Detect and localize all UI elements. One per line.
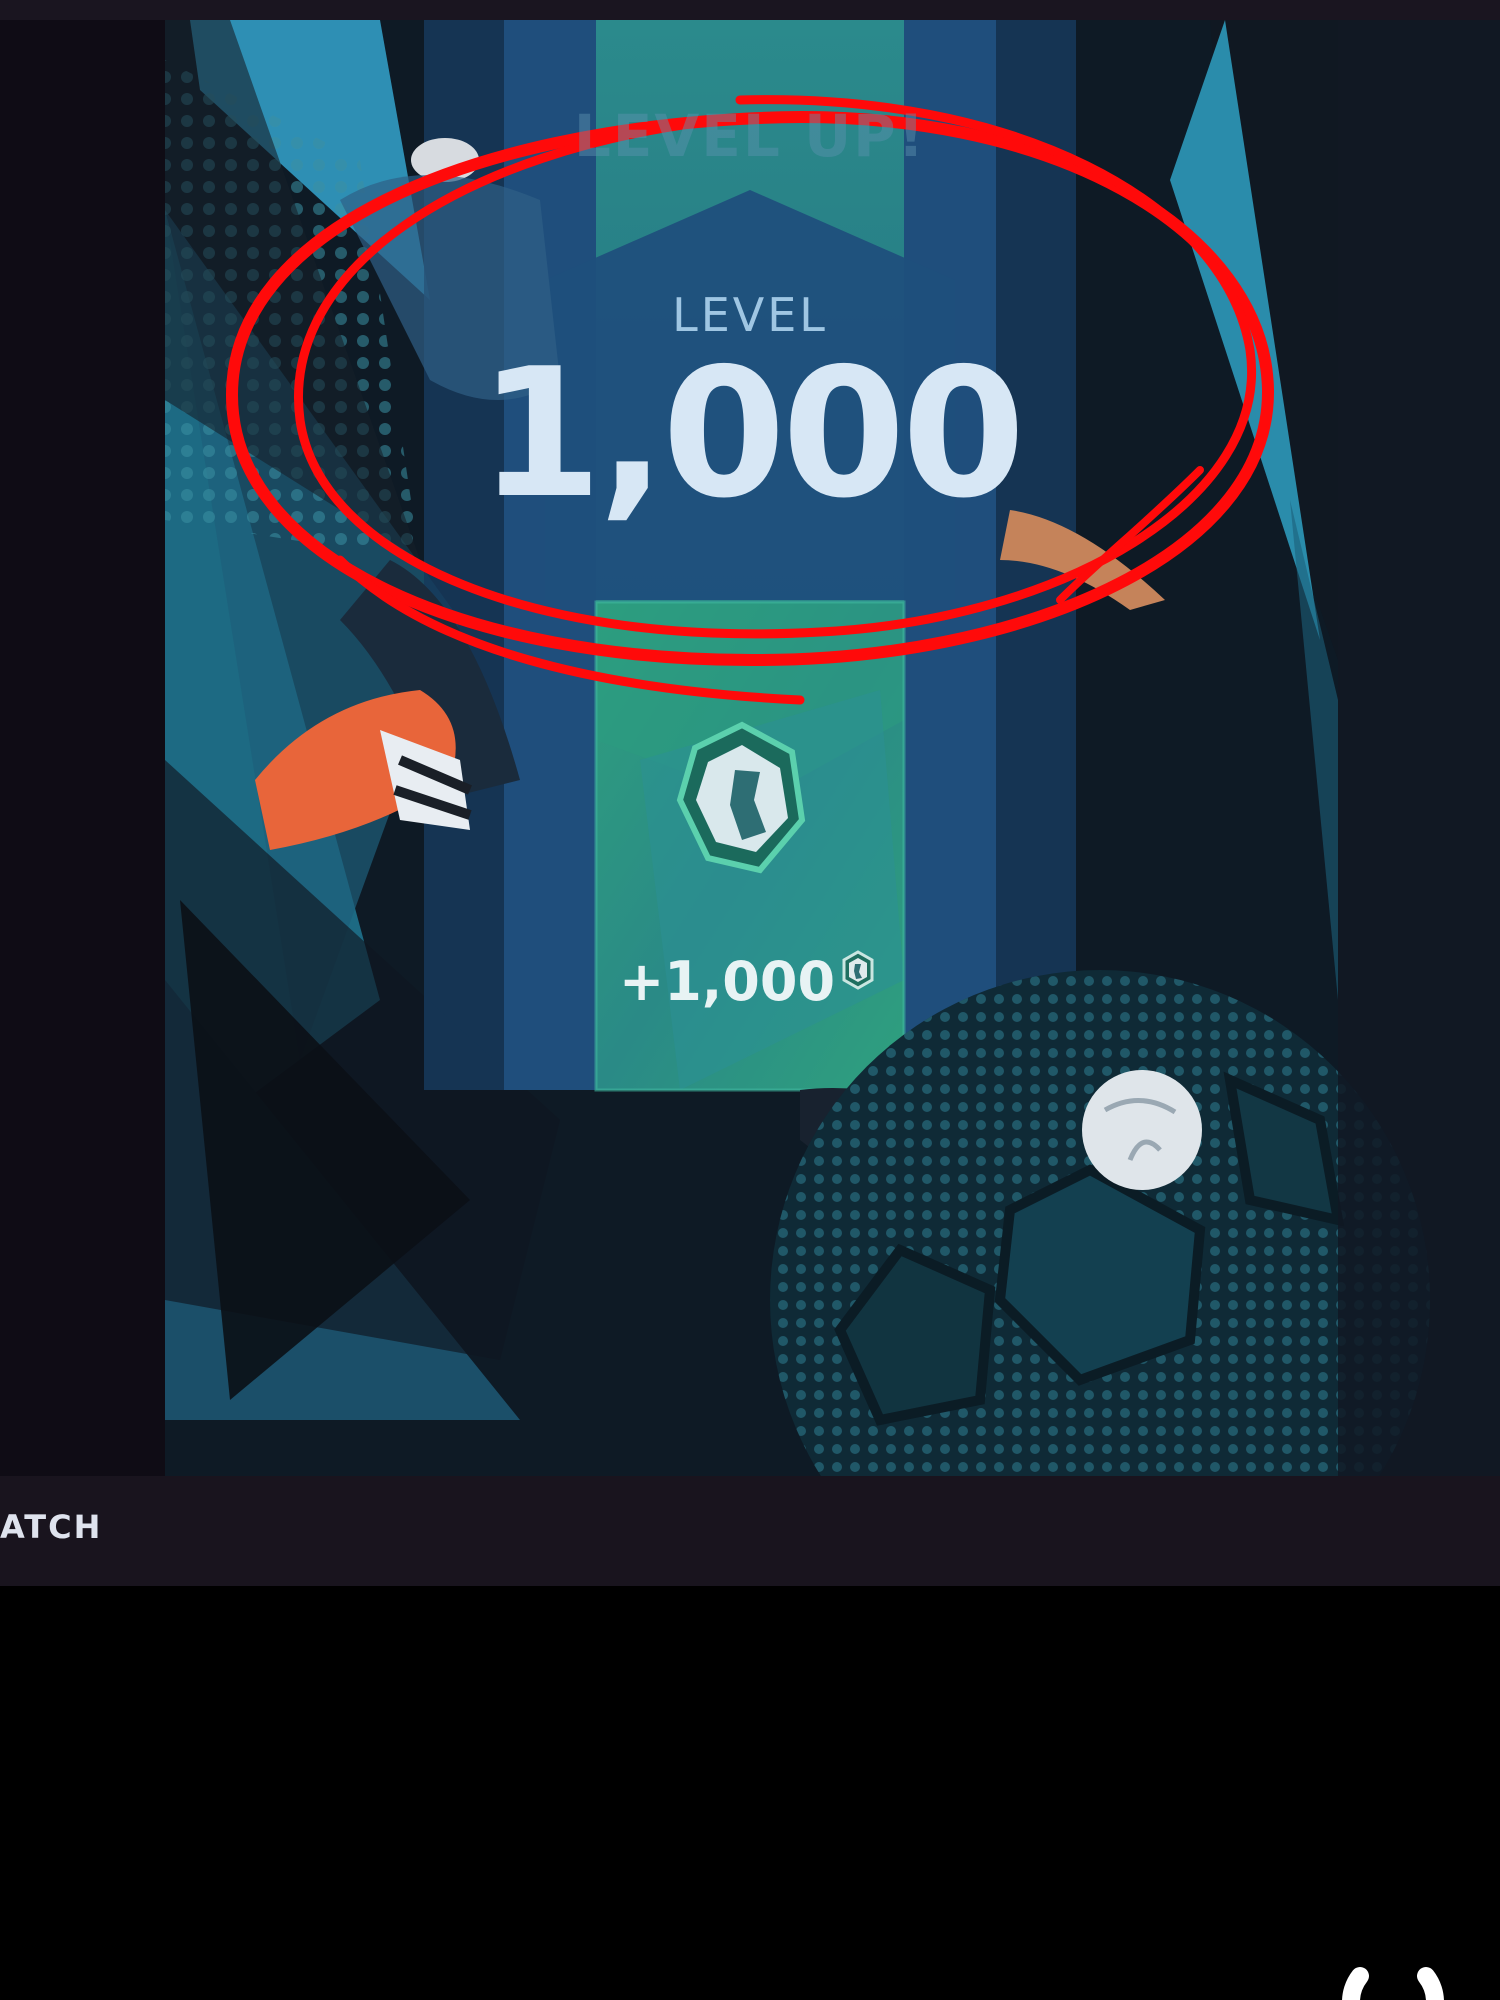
level-up-banner-ghost: LEVEL UP!	[573, 102, 927, 170]
red-circle-annotation	[225, 95, 1275, 705]
bottom-bar-label[interactable]: ATCH	[0, 1508, 102, 1546]
top-bar	[0, 0, 1500, 20]
level-up-scene: LEVEL UP! LEVEL 1,000 +1,000	[0, 20, 1500, 1476]
level-value: 1,000	[478, 330, 1025, 537]
loading-spinner-icon	[1342, 1967, 1444, 2000]
level-up-screen: LEVEL UP! LEVEL 1,000 +1,000 ATCH	[0, 0, 1500, 2000]
bottom-bar[interactable]	[0, 1476, 1500, 1586]
reward-amount: +1,000	[618, 950, 836, 1013]
